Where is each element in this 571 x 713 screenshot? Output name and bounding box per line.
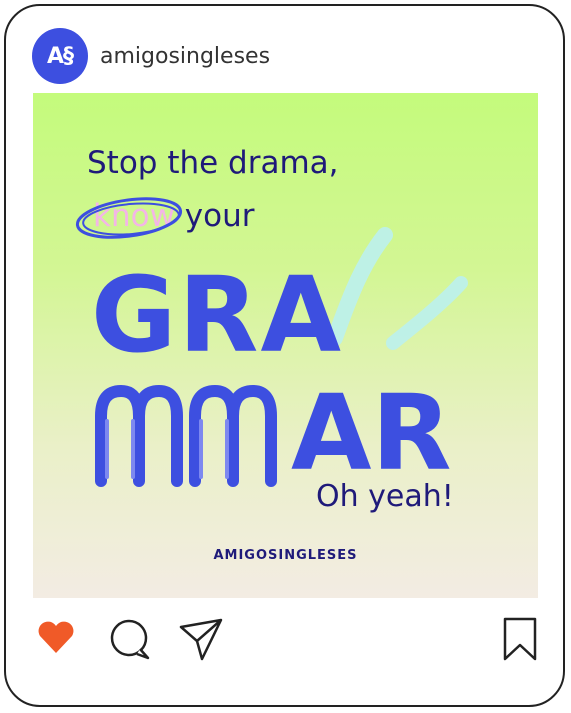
scribble-decoration (327, 227, 468, 350)
post-image: Stop the drama, know your GRA AR Oh yeah… (33, 93, 538, 598)
post-actions (36, 617, 540, 663)
brand-logo: AMIGOSINGLESES (213, 548, 358, 563)
headline-line1: Stop the drama, (87, 145, 339, 181)
comment-icon[interactable] (108, 617, 152, 661)
bookmark-icon[interactable] (502, 617, 538, 661)
post-header: A§ amigosingleses (32, 28, 270, 84)
circle-scribble (75, 197, 183, 239)
big-word-ar: AR (291, 372, 452, 494)
avatar[interactable]: A§ (32, 28, 88, 84)
heart-icon[interactable] (36, 617, 76, 657)
avatar-text: A§ (46, 43, 74, 69)
share-icon[interactable] (178, 617, 224, 663)
tagline: Oh yeah! (316, 479, 454, 514)
username[interactable]: amigosingleses (100, 44, 270, 69)
scribble-mm (95, 384, 277, 487)
big-word-gra: GRA (91, 254, 343, 376)
